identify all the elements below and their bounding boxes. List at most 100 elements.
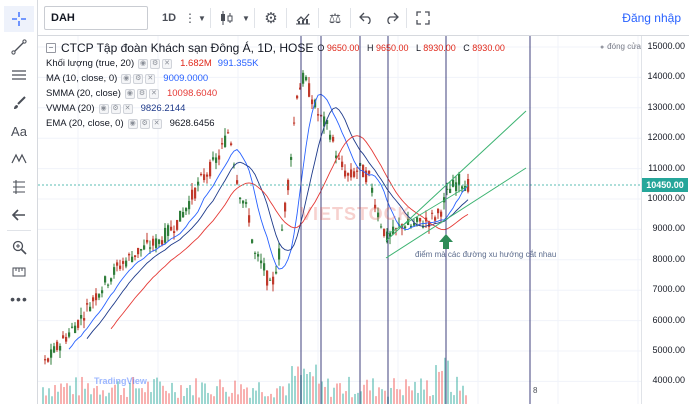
measure-icon[interactable] (4, 258, 34, 284)
volume-bar (402, 395, 404, 404)
chart-pane[interactable]: VIETSTOCK TradingView CTCP Tập đoàn Khác… (38, 36, 689, 404)
gear-icon[interactable]: ⚙ (133, 73, 144, 84)
crosshair-icon[interactable] (4, 6, 34, 32)
volume-bar (459, 390, 461, 404)
candle-body (437, 209, 440, 214)
volume-bar (99, 394, 101, 404)
indicator-controls[interactable]: ◉ ⚙ ✕ (124, 88, 161, 99)
candle-body (149, 247, 152, 249)
chevron-down-icon[interactable]: ▼ (196, 6, 208, 30)
close-icon[interactable]: ✕ (162, 58, 173, 69)
volume-bar (354, 393, 356, 404)
indicator-controls[interactable]: ◉ ⚙ ✕ (138, 58, 174, 69)
pattern-icon[interactable] (4, 146, 34, 172)
volume-bar (213, 396, 215, 404)
volume-bar (237, 394, 239, 404)
volume-bar (372, 378, 374, 404)
candle-body (110, 278, 113, 282)
volume-bar (324, 386, 326, 404)
arrow-left-icon[interactable] (4, 202, 34, 228)
indicator-controls[interactable]: ◉ ⚙ ✕ (121, 73, 157, 84)
legend-smma-row[interactable]: SMMA (20, close) ◉ ⚙ ✕ 10098.6040 (46, 86, 586, 101)
text-icon[interactable]: Aa (4, 118, 34, 144)
volume-bar (81, 376, 83, 404)
symbol-title: CTCP Tập đoàn Khách sạn Đông Á, 1D, HOSE (61, 41, 314, 55)
indicators-icon[interactable] (290, 6, 316, 30)
more-icon[interactable]: ••• (4, 286, 34, 312)
gear-icon[interactable]: ⚙ (150, 58, 161, 69)
ma-label: MA (10, close, 0) (46, 73, 118, 84)
candle-body (449, 188, 452, 194)
ohlc-open: 9650.00 (326, 43, 360, 53)
candle-body (263, 263, 266, 271)
legend-ema-row[interactable]: EMA (20, close, 0) ◉ ⚙ ✕ 9628.6456 (46, 116, 586, 131)
eye-icon[interactable]: ◉ (127, 118, 138, 129)
volume-bar (189, 385, 191, 404)
candle-body (467, 178, 470, 192)
compare-scale-icon[interactable]: ⚖ (322, 6, 348, 30)
eye-icon[interactable]: ◉ (124, 88, 135, 99)
candle-body (254, 252, 257, 254)
settings-gear-icon[interactable]: ⚙ (258, 6, 284, 30)
gear-icon[interactable]: ⚙ (110, 103, 121, 114)
volume-bar (432, 395, 434, 404)
last-price-label: 10450.00 (642, 178, 688, 192)
close-icon[interactable]: ✕ (145, 73, 156, 84)
trendline-icon[interactable] (4, 34, 34, 60)
eye-icon[interactable]: ◉ (138, 58, 149, 69)
indicator-controls[interactable]: ◉ ⚙ ✕ (98, 103, 135, 114)
volume-bar (93, 388, 95, 404)
volume-bar (447, 360, 449, 404)
candle-body (245, 202, 248, 204)
close-icon[interactable]: ✕ (148, 88, 159, 99)
up-arrow-marker (439, 234, 453, 249)
gear-icon[interactable]: ⚙ (139, 118, 150, 129)
more-vertical-icon[interactable]: ⋮ (184, 6, 196, 30)
candle-body (194, 187, 197, 199)
volume-bar (177, 397, 179, 404)
volume-bar (408, 386, 410, 404)
volume-bar (396, 389, 398, 404)
symbol-search-input[interactable]: DAH (44, 6, 148, 30)
gear-icon[interactable]: ⚙ (136, 88, 147, 99)
volume-bar (159, 381, 161, 404)
candle-body (56, 341, 59, 351)
price-scale[interactable]: 15000.00 14000.00 13000.00 12000.00 11000.00… (641, 36, 689, 404)
undo-icon[interactable] (354, 6, 378, 30)
brush-icon[interactable] (4, 90, 34, 116)
indicator-controls[interactable]: ◉ ⚙ ✕ (127, 118, 164, 129)
volume-bar (195, 378, 197, 404)
volume-bar (240, 384, 242, 404)
trendline-annotation[interactable]: điểm mà các đường xu hướng cắt nhau (415, 250, 556, 259)
volume-bar (156, 377, 158, 404)
volume-bar (426, 380, 428, 404)
interval-button[interactable]: 1D (156, 6, 182, 30)
zoom-icon[interactable] (4, 234, 34, 260)
legend-ma-row[interactable]: MA (10, close, 0) ◉ ⚙ ✕ 9009.0000 (46, 71, 586, 86)
candle-body (284, 202, 287, 212)
eye-icon[interactable]: ◉ (121, 73, 132, 84)
horizontal-lines-icon[interactable] (4, 62, 34, 88)
candle-body (218, 155, 221, 160)
volume-bar (270, 393, 272, 404)
volume-bar (258, 382, 260, 404)
candles-icon[interactable] (214, 6, 240, 30)
legend-volume-row[interactable]: Khối lượng (true, 20) ◉ ⚙ ✕ 1.682M 991.355… (46, 56, 586, 71)
chevron-down-icon[interactable]: ▼ (240, 6, 252, 30)
fibonacci-icon[interactable] (4, 174, 34, 200)
ohlc-close-label: C (463, 43, 470, 53)
login-link[interactable]: Đăng nhập (622, 11, 681, 25)
close-icon[interactable]: ✕ (151, 118, 162, 129)
fullscreen-icon[interactable] (410, 6, 436, 30)
redo-icon[interactable] (380, 6, 404, 30)
legend-vwma-row[interactable]: VWMA (20) ◉ ⚙ ✕ 9826.2144 (46, 101, 586, 116)
volume-bar (438, 371, 440, 404)
price-tick: 9000.00 (652, 223, 685, 234)
eye-icon[interactable]: ◉ (98, 103, 109, 114)
candle-body (185, 207, 188, 212)
volume-bar (429, 396, 431, 404)
candle-body (227, 132, 230, 134)
collapse-legend-icon[interactable] (46, 43, 56, 53)
close-icon[interactable]: ✕ (122, 103, 133, 114)
volume-bar (369, 390, 371, 404)
